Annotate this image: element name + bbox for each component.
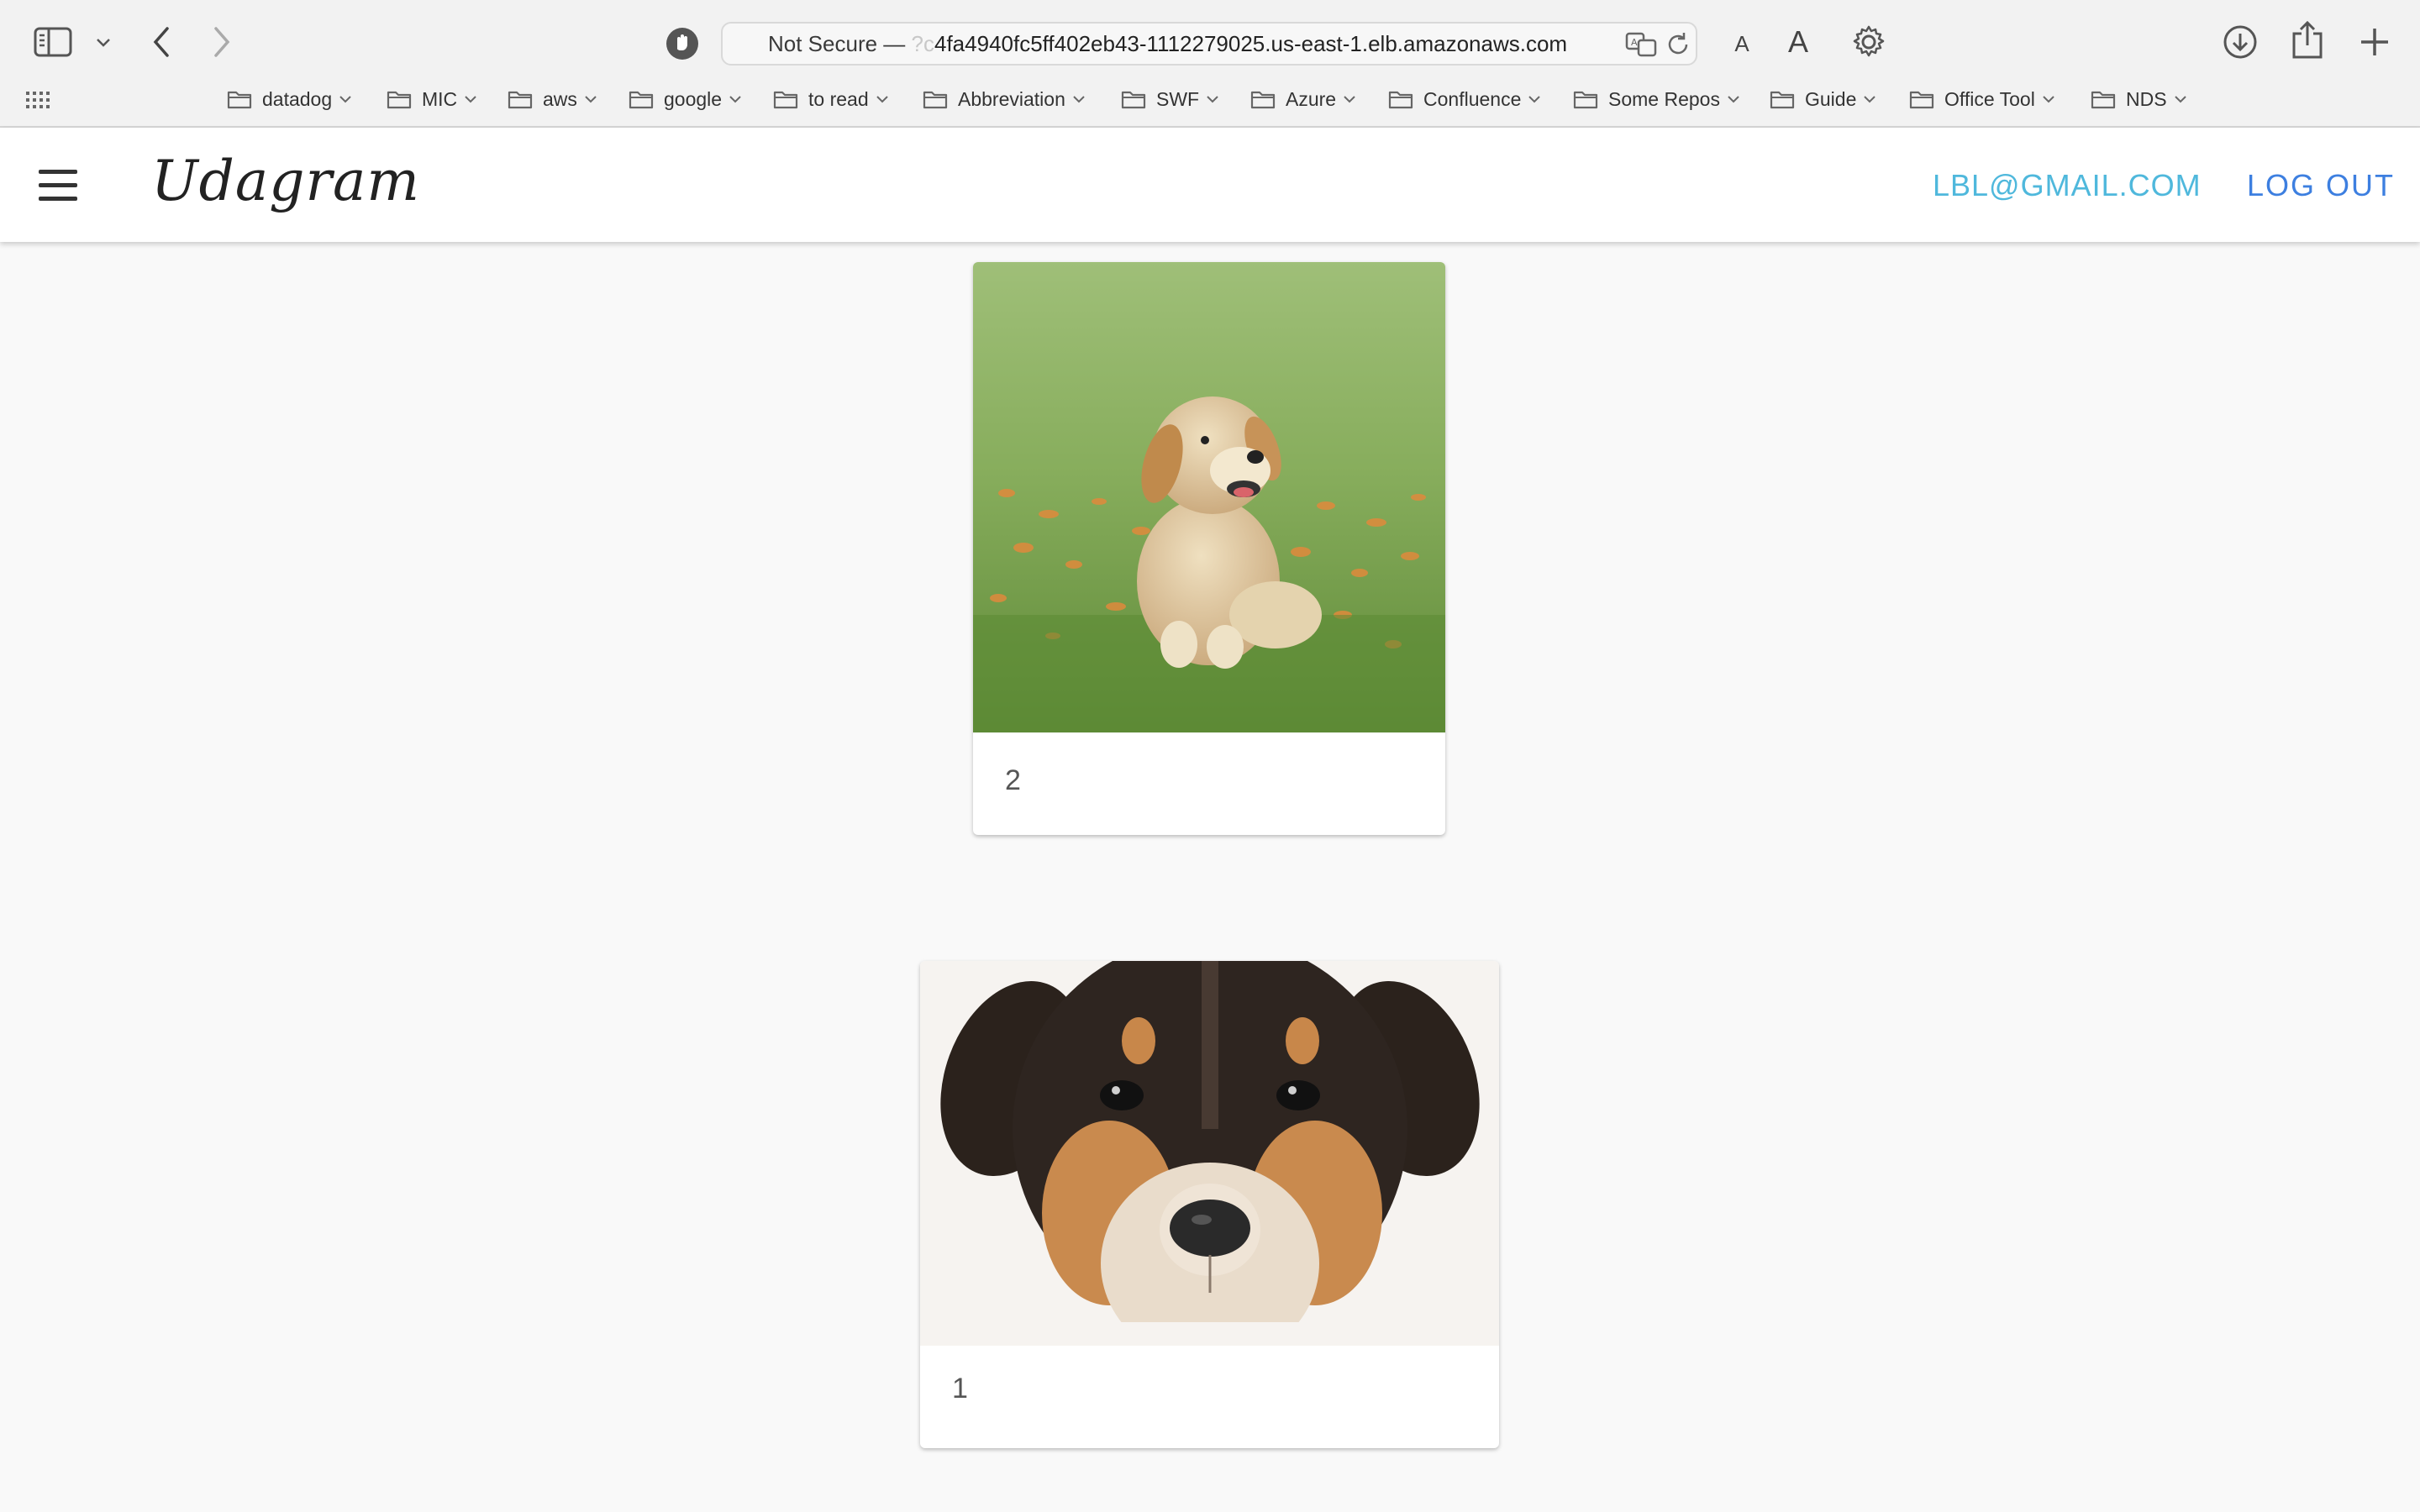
- bookmark-folder[interactable]: to read: [773, 82, 889, 116]
- text-larger-button[interactable]: A: [1781, 22, 1815, 62]
- bookmark-folder[interactable]: aws: [508, 82, 597, 116]
- chevron-down-icon: [2174, 96, 2186, 103]
- folder-icon: [923, 91, 948, 109]
- bookmark-folder[interactable]: Guide: [1770, 82, 1876, 116]
- chevron-down-icon: [339, 96, 351, 103]
- text-smaller-button[interactable]: A: [1728, 25, 1756, 62]
- folder-icon: [2091, 91, 2116, 109]
- download-icon[interactable]: [2220, 22, 2260, 62]
- logout-button[interactable]: LOG OUT: [2247, 165, 2395, 207]
- card-caption: 2: [1005, 764, 1021, 796]
- bookmark-folder[interactable]: Abbreviation: [923, 82, 1086, 116]
- forward-icon[interactable]: [203, 22, 240, 62]
- black-tan-puppy-photo: [920, 961, 1499, 1346]
- share-icon[interactable]: [2287, 18, 2328, 62]
- golden-puppy-photo: [973, 262, 1445, 732]
- bookmark-folder[interactable]: SWF: [1121, 82, 1219, 116]
- bookmark-folder[interactable]: Azure: [1250, 82, 1356, 116]
- bookmark-label: Abbreviation: [958, 87, 1065, 110]
- chevron-down-icon: [876, 96, 888, 103]
- bookmark-label: MIC: [422, 87, 458, 110]
- feed-card: 1: [920, 961, 1499, 1448]
- user-email-link[interactable]: LBL@GMAIL.COM: [1933, 165, 2202, 207]
- app-logo[interactable]: Udagram: [151, 148, 420, 215]
- bookmark-label: NDS: [2126, 87, 2167, 110]
- chevron-down-icon: [1073, 96, 1085, 103]
- bookmark-label: datadog: [262, 87, 333, 110]
- folder-icon: [227, 91, 252, 109]
- app-header: Udagram LBL@GMAIL.COM LOG OUT: [0, 128, 2420, 242]
- chevron-down-icon: [585, 96, 597, 103]
- bookmark-folder[interactable]: datadog: [227, 82, 352, 116]
- address-bar[interactable]: Not Secure — ?c4fa4940fc5ff402eb43-11122…: [721, 22, 1697, 66]
- folder-icon: [1250, 91, 1276, 109]
- chevron-down-icon: [1344, 96, 1355, 103]
- bookmark-label: google: [664, 87, 723, 110]
- folder-icon: [1121, 91, 1146, 109]
- folder-icon: [1770, 91, 1795, 109]
- back-icon[interactable]: [143, 22, 180, 62]
- chevron-down-icon: [1864, 96, 1876, 103]
- chevron-down-icon[interactable]: [91, 30, 116, 55]
- bookmark-label: Azure: [1286, 87, 1337, 110]
- browser-chrome: Not Secure — ?c4fa4940fc5ff402eb43-11122…: [0, 0, 2420, 128]
- chevron-down-icon: [1207, 96, 1218, 103]
- card-caption: 1: [952, 1373, 968, 1404]
- folder-icon: [629, 91, 654, 109]
- chevron-down-icon: [1728, 96, 1739, 103]
- apps-grid-icon[interactable]: [24, 87, 52, 113]
- url-host: 4fa4940fc5ff402eb43-1112279025.us-east-1…: [934, 31, 1568, 56]
- folder-icon: [508, 91, 533, 109]
- svg-text:A: A: [1631, 37, 1638, 48]
- bookmark-label: SWF: [1156, 87, 1200, 110]
- folder-icon: [1388, 91, 1413, 109]
- bookmark-label: Guide: [1805, 87, 1857, 110]
- bookmark-folder[interactable]: Office Tool: [1909, 82, 2055, 116]
- bookmark-label: to read: [808, 87, 869, 110]
- bookmark-folder[interactable]: Some Repos: [1573, 82, 1740, 116]
- new-tab-icon[interactable]: [2354, 22, 2395, 62]
- sidebar-toggle-icon[interactable]: [32, 24, 76, 60]
- hamburger-menu-icon[interactable]: [37, 170, 81, 202]
- translate-icon[interactable]: A: [1625, 30, 1659, 59]
- chevron-down-icon: [729, 96, 741, 103]
- browser-toolbar: Not Secure — ?c4fa4940fc5ff402eb43-11122…: [0, 0, 2420, 84]
- bookmark-label: Confluence: [1423, 87, 1522, 110]
- url-text[interactable]: Not Secure — ?c4fa4940fc5ff402eb43-11122…: [768, 24, 1567, 64]
- reload-icon[interactable]: [1664, 30, 1692, 59]
- bookmark-folder[interactable]: MIC: [387, 82, 477, 116]
- gear-icon[interactable]: [1849, 22, 1889, 62]
- feed-card: 2: [973, 262, 1445, 835]
- folder-icon: [1573, 91, 1598, 109]
- bookmark-label: Some Repos: [1608, 87, 1720, 110]
- chevron-down-icon: [1528, 96, 1541, 103]
- bookmark-folder[interactable]: google: [629, 82, 742, 116]
- bookmarks-bar: datadog MIC aws google to read Abbreviation SW…: [0, 82, 2420, 116]
- chevron-down-icon: [465, 96, 476, 103]
- bookmark-folder[interactable]: NDS: [2091, 82, 2187, 116]
- url-faded-part: ?c: [911, 31, 934, 56]
- bookmark-folder[interactable]: Confluence: [1388, 82, 1541, 116]
- chevron-down-icon: [2043, 96, 2054, 103]
- folder-icon: [1909, 91, 1934, 109]
- folder-icon: [387, 91, 412, 109]
- bookmark-label: Office Tool: [1944, 87, 2035, 110]
- not-secure-label: Not Secure —: [768, 31, 906, 56]
- folder-icon: [773, 91, 798, 109]
- privacy-shield-icon[interactable]: [662, 24, 702, 64]
- bookmark-label: aws: [543, 87, 577, 110]
